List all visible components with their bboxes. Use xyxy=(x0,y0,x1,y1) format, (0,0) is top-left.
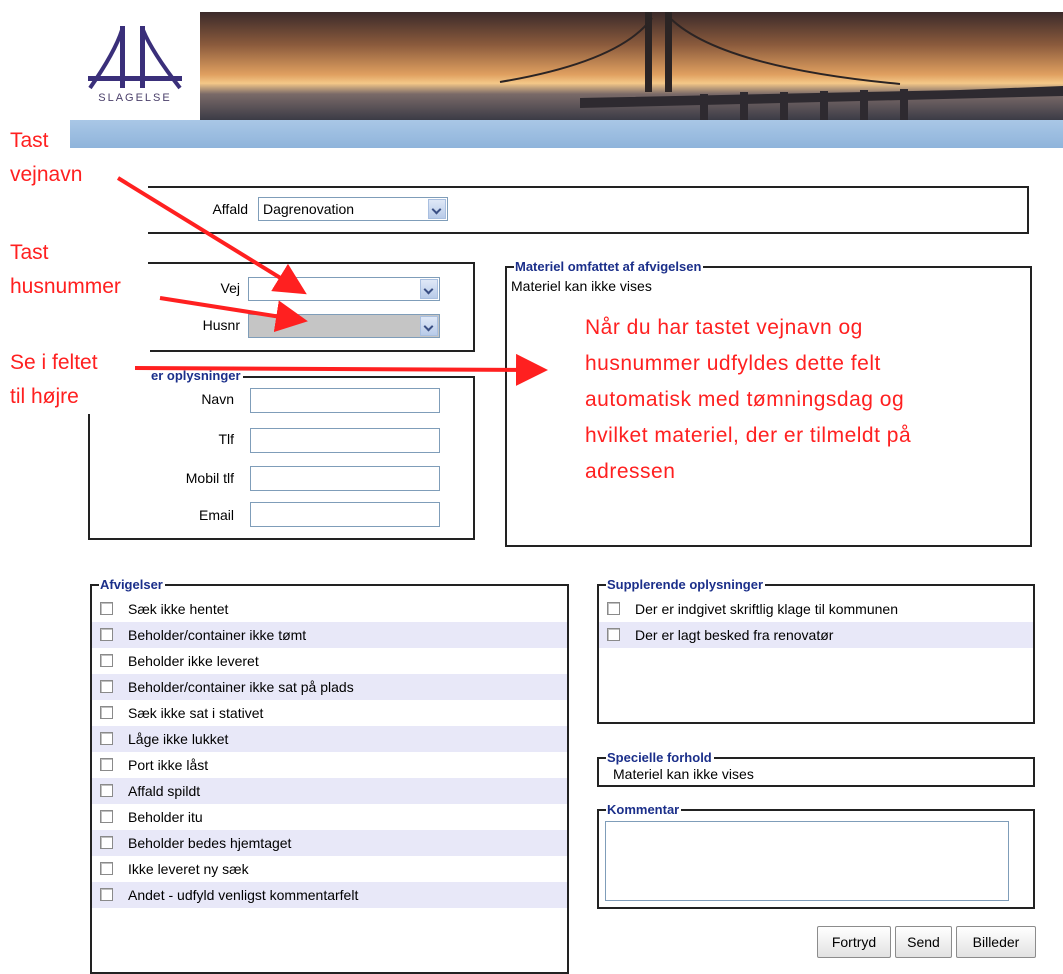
logo-text: SLAGELSE xyxy=(98,92,172,104)
supplerende-row[interactable]: Der er lagt besked fra renovatør xyxy=(599,622,1033,648)
afvigelse-label: Affald spildt xyxy=(128,783,201,799)
afvigelse-label: Låge ikke lukket xyxy=(128,731,229,747)
chevron-down-icon[interactable] xyxy=(420,316,438,336)
afvigelse-row[interactable]: Affald spildt xyxy=(92,778,567,804)
annotation-info-line: automatisk med tømningsdag og xyxy=(585,388,905,411)
husnr-label: Husnr xyxy=(202,317,240,333)
annotation-info-line: adressen xyxy=(585,460,676,483)
afvigelse-row[interactable]: Låge ikke lukket xyxy=(92,726,567,752)
fortryd-button[interactable]: Fortryd xyxy=(817,926,891,958)
afvigelse-row[interactable]: Port ikke låst xyxy=(92,752,567,778)
supplerende-row[interactable]: Der er indgivet skriftlig klage til komm… xyxy=(599,596,1033,622)
afvigelse-checkbox[interactable] xyxy=(100,784,113,797)
afvigelse-label: Beholder ikke leveret xyxy=(128,653,259,669)
send-button[interactable]: Send xyxy=(895,926,952,958)
afvigelse-row[interactable]: Andet - udfyld venligst kommentarfelt xyxy=(92,882,567,908)
afvigelse-label: Sæk ikke sat i stativet xyxy=(128,705,264,721)
annotation-info-line: husnummer udfyldes dette felt xyxy=(585,352,881,375)
afvigelse-checkbox[interactable] xyxy=(100,732,113,745)
afvigelse-label: Beholder itu xyxy=(128,809,203,825)
tlf-input[interactable] xyxy=(250,428,440,453)
annotation-line: Tast xyxy=(10,241,49,264)
supplerende-label: Der er lagt besked fra renovatør xyxy=(635,627,834,643)
afvigelse-label: Andet - udfyld venligst kommentarfelt xyxy=(128,887,359,903)
kommentar-legend: Kommentar xyxy=(598,802,682,818)
specielle-text: Materiel kan ikke vises xyxy=(613,766,754,782)
header-banner-image xyxy=(200,12,1063,120)
afvigelse-label: Ikke leveret ny sæk xyxy=(128,861,249,877)
address-section: Vej Husnr xyxy=(148,262,475,352)
materiel-legend: Materiel omfattet af afvigelsen xyxy=(506,259,704,275)
annotation-line: vejnavn xyxy=(10,163,83,186)
annotation-line: Tast xyxy=(10,129,49,152)
afvigelser-section: Afvigelser Sæk ikke hentet Beholder/conta… xyxy=(90,577,569,974)
specielle-legend: Specielle forhold xyxy=(599,750,714,766)
afvigelse-row[interactable]: Beholder itu xyxy=(92,804,567,830)
afvigelse-row[interactable]: Beholder/container ikke tømt xyxy=(92,622,567,648)
kommentar-section: Kommentar xyxy=(597,802,1035,909)
afvigelse-row[interactable]: Ikke leveret ny sæk xyxy=(92,856,567,882)
annotation-line: Se i feltet xyxy=(10,351,98,374)
affald-label: Affald xyxy=(212,201,248,217)
menu-bar xyxy=(70,120,1063,148)
afvigelse-label: Sæk ikke hentet xyxy=(128,601,229,617)
annotation-info: Når du har tastet vejnavn og husnummer ud… xyxy=(585,310,911,490)
afvigelse-row[interactable]: Sæk ikke sat i stativet xyxy=(92,700,567,726)
afvigelser-legend: Afvigelser xyxy=(92,577,165,593)
husnr-select[interactable] xyxy=(248,314,440,338)
kommentar-textarea[interactable] xyxy=(605,821,1009,901)
supplerende-legend: Supplerende oplysninger xyxy=(598,577,766,593)
supplerende-checkbox[interactable] xyxy=(607,628,620,641)
email-input[interactable] xyxy=(250,502,440,527)
annotation-line: husnummer xyxy=(10,275,121,298)
affald-section: Affald Dagrenovation xyxy=(148,186,1029,234)
materiel-text: Materiel kan ikke vises xyxy=(511,278,652,294)
afvigelse-checkbox[interactable] xyxy=(100,628,113,641)
mobil-tlf-label: Mobil tlf xyxy=(185,470,234,486)
email-label: Email xyxy=(198,507,234,523)
vej-select[interactable] xyxy=(248,277,440,301)
afvigelse-label: Beholder/container ikke tømt xyxy=(128,627,307,643)
billeder-button[interactable]: Billeder xyxy=(956,926,1036,958)
supplerende-label: Der er indgivet skriftlig klage til komm… xyxy=(635,601,898,617)
annotation-tast-vejnavn: Tast vejnavn xyxy=(10,124,82,192)
supplerende-section: Supplerende oplysninger Der er indgivet … xyxy=(597,577,1035,724)
afvigelse-row[interactable]: Sæk ikke hentet xyxy=(92,596,567,622)
mobil-tlf-input[interactable] xyxy=(250,466,440,491)
afvigelse-checkbox[interactable] xyxy=(100,836,113,849)
annotation-line: til højre xyxy=(10,385,79,408)
afvigelse-row[interactable]: Beholder ikke leveret xyxy=(92,648,567,674)
navn-input[interactable] xyxy=(250,388,440,413)
afvigelse-checkbox[interactable] xyxy=(100,862,113,875)
afvigelse-checkbox[interactable] xyxy=(100,680,113,693)
annotation-tast-husnummer: Tast husnummer xyxy=(10,236,121,304)
navn-label: Navn xyxy=(201,391,234,407)
afvigelse-row[interactable]: Beholder bedes hjemtaget xyxy=(92,830,567,856)
afvigelse-checkbox[interactable] xyxy=(100,758,113,771)
afvigelse-label: Beholder bedes hjemtaget xyxy=(128,835,292,851)
chevron-down-icon[interactable] xyxy=(420,279,438,299)
chevron-down-icon[interactable] xyxy=(428,199,446,219)
supplerende-checkbox[interactable] xyxy=(607,602,620,615)
annotation-se-feltet: Se i feltet til højre xyxy=(10,346,150,414)
annotation-info-line: hvilket materiel, der er tilmeldt på xyxy=(585,424,912,447)
afvigelse-checkbox[interactable] xyxy=(100,654,113,667)
vej-label: Vej xyxy=(220,280,240,296)
affald-select[interactable]: Dagrenovation xyxy=(258,197,448,221)
annotation-info-line: Når du har tastet vejnavn og xyxy=(585,316,863,339)
afvigelse-label: Beholder/container ikke sat på plads xyxy=(128,679,354,695)
tlf-label: Tlf xyxy=(218,431,234,447)
affald-select-value: Dagrenovation xyxy=(263,201,355,217)
afvigelse-checkbox[interactable] xyxy=(100,810,113,823)
afvigelse-checkbox[interactable] xyxy=(100,888,113,901)
specielle-section: Specielle forhold Materiel kan ikke vise… xyxy=(597,750,1035,787)
contact-legend: er oplysninger xyxy=(143,368,243,384)
afvigelse-checkbox[interactable] xyxy=(100,602,113,615)
afvigelse-label: Port ikke låst xyxy=(128,757,209,773)
afvigelse-row[interactable]: Beholder/container ikke sat på plads xyxy=(92,674,567,700)
afvigelse-checkbox[interactable] xyxy=(100,706,113,719)
